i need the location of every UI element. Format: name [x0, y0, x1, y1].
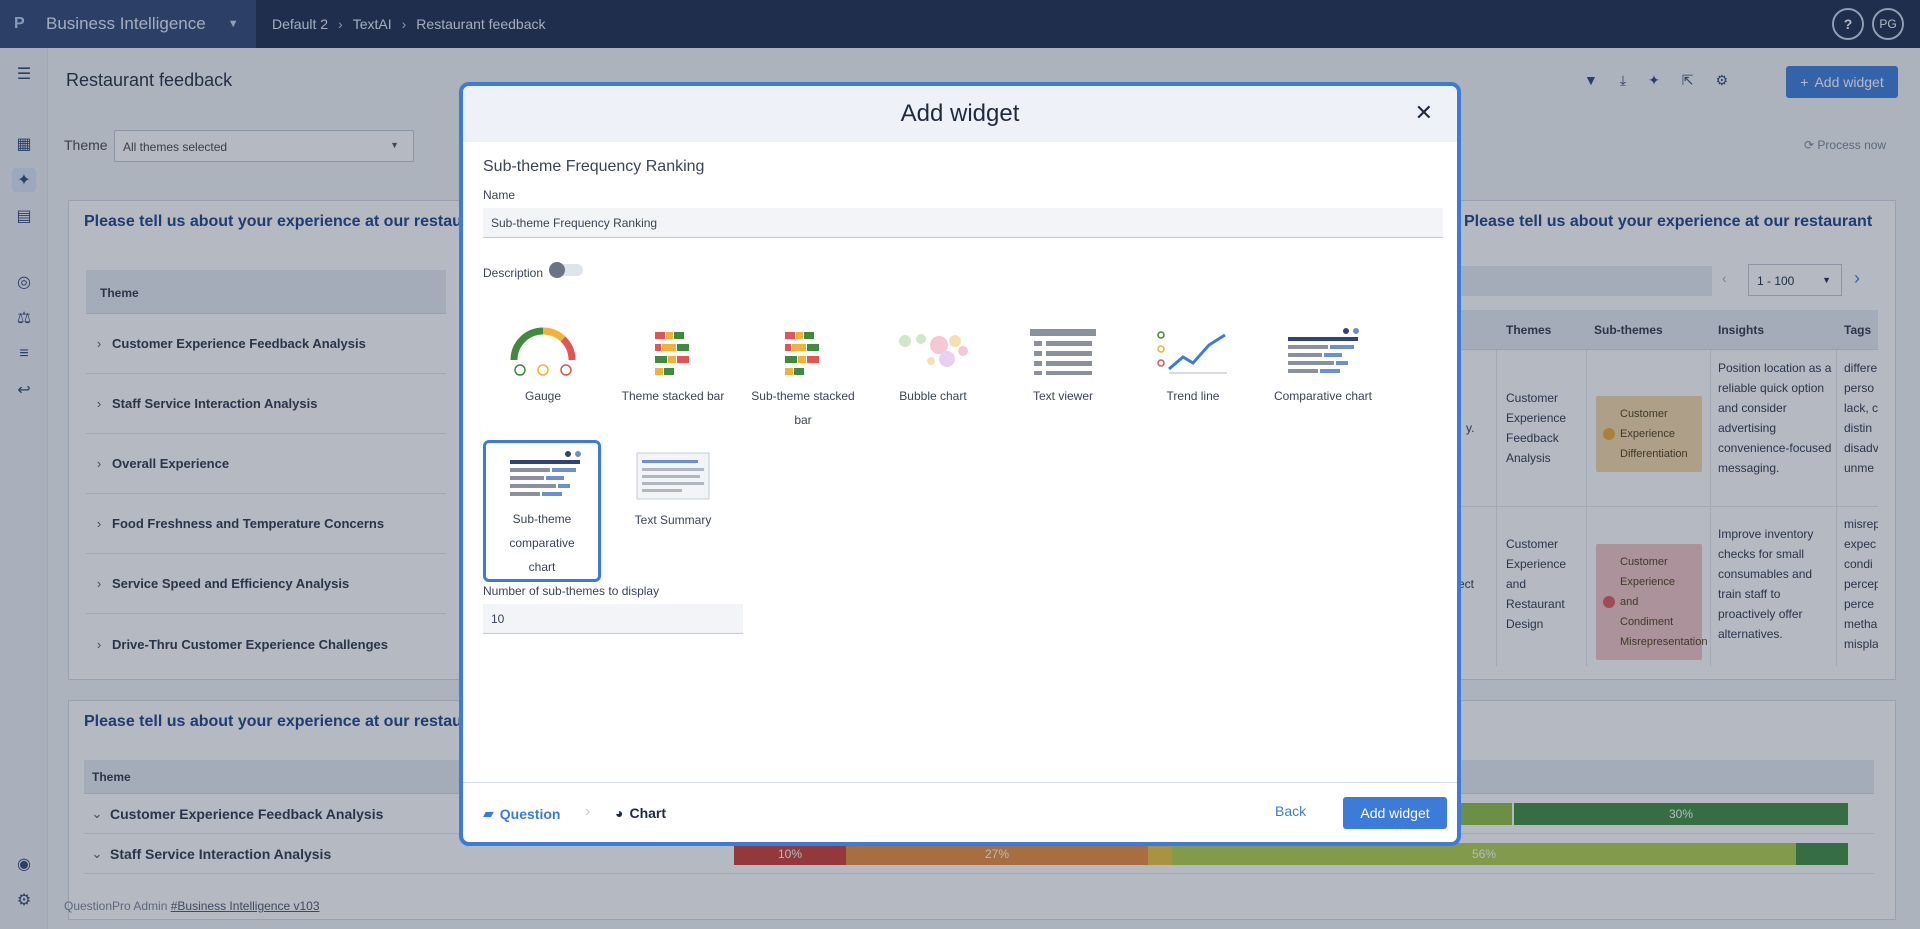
chart-option-label: Comparative chart [1273, 389, 1373, 403]
num-subthemes-field[interactable]: 10 [483, 604, 743, 634]
comparative-chart-icon [486, 443, 604, 507]
trend-line-icon [1134, 320, 1252, 384]
step-chart[interactable]: ◕ Chart [615, 805, 666, 821]
add-widget-button[interactable]: Add widget [1343, 797, 1447, 829]
text-viewer-icon [1004, 320, 1122, 384]
chart-option-label: Sub-theme stacked bar [751, 389, 855, 427]
dialog-footer: ▰ Question › ◕ Chart Back Add widget [463, 782, 1457, 842]
chart-option-label: Text Summary [634, 513, 712, 527]
chart-option-label: Trend line [1166, 389, 1220, 403]
step-label: Question [499, 805, 561, 822]
chart-option-label: Text viewer [1032, 389, 1094, 403]
dialog-header: Add widget ✕ [463, 86, 1457, 142]
chart-option-trend-line[interactable]: Trend line [1134, 320, 1252, 408]
question-icon: ▰ [483, 805, 494, 821]
chart-option-text-summary[interactable]: Text Summary [614, 444, 732, 532]
chart-option-bubble-chart[interactable]: Bubble chart [874, 320, 992, 408]
chevron-right-icon: › [585, 803, 591, 820]
name-field-value: Sub-theme Frequency Ranking [491, 215, 658, 230]
bubble-chart-icon [874, 320, 992, 384]
chart-icon: ◕ [615, 805, 624, 821]
chart-option-label: Theme stacked bar [621, 389, 725, 403]
toggle-knob [549, 262, 565, 278]
dialog-title: Add widget [900, 100, 1020, 127]
add-widget-dialog: Add widget ✕ Sub-theme Frequency Ranking… [459, 82, 1461, 846]
num-subthemes-label: Number of sub-themes to display [483, 584, 660, 598]
chart-option-label: Bubble chart [899, 389, 967, 403]
chart-option-label: Gauge [524, 389, 562, 403]
chart-option-theme-stacked-bar[interactable]: Theme stacked bar [614, 320, 732, 408]
chart-option-comparative-chart[interactable]: Comparative chart [1264, 320, 1382, 408]
step-question[interactable]: ▰ Question [483, 805, 560, 822]
description-toggle[interactable] [549, 262, 583, 278]
text-summary-icon [614, 444, 732, 508]
chart-option-gauge[interactable]: Gauge [484, 320, 602, 408]
comparative-chart-icon [1264, 320, 1382, 384]
name-field[interactable]: Sub-theme Frequency Ranking [483, 208, 1443, 238]
stacked-bar-icon [614, 320, 732, 384]
back-button[interactable]: Back [1275, 803, 1306, 819]
step-label: Chart [629, 805, 667, 821]
stacked-bar-icon [744, 320, 862, 384]
name-label: Name [483, 188, 516, 202]
chart-option-subtheme-comparative-chart[interactable]: Sub-theme comparative chart [483, 440, 601, 582]
gauge-icon [484, 320, 602, 384]
chart-option-subtheme-stacked-bar[interactable]: Sub-theme stacked bar [744, 320, 862, 432]
close-icon[interactable]: ✕ [1415, 100, 1433, 126]
num-subthemes-value: 10 [491, 611, 505, 626]
widget-type-title: Sub-theme Frequency Ranking [483, 158, 705, 175]
chart-option-text-viewer[interactable]: Text viewer [1004, 320, 1122, 408]
chart-option-label: Sub-theme comparative chart [509, 512, 575, 574]
description-label: Description [483, 266, 544, 280]
